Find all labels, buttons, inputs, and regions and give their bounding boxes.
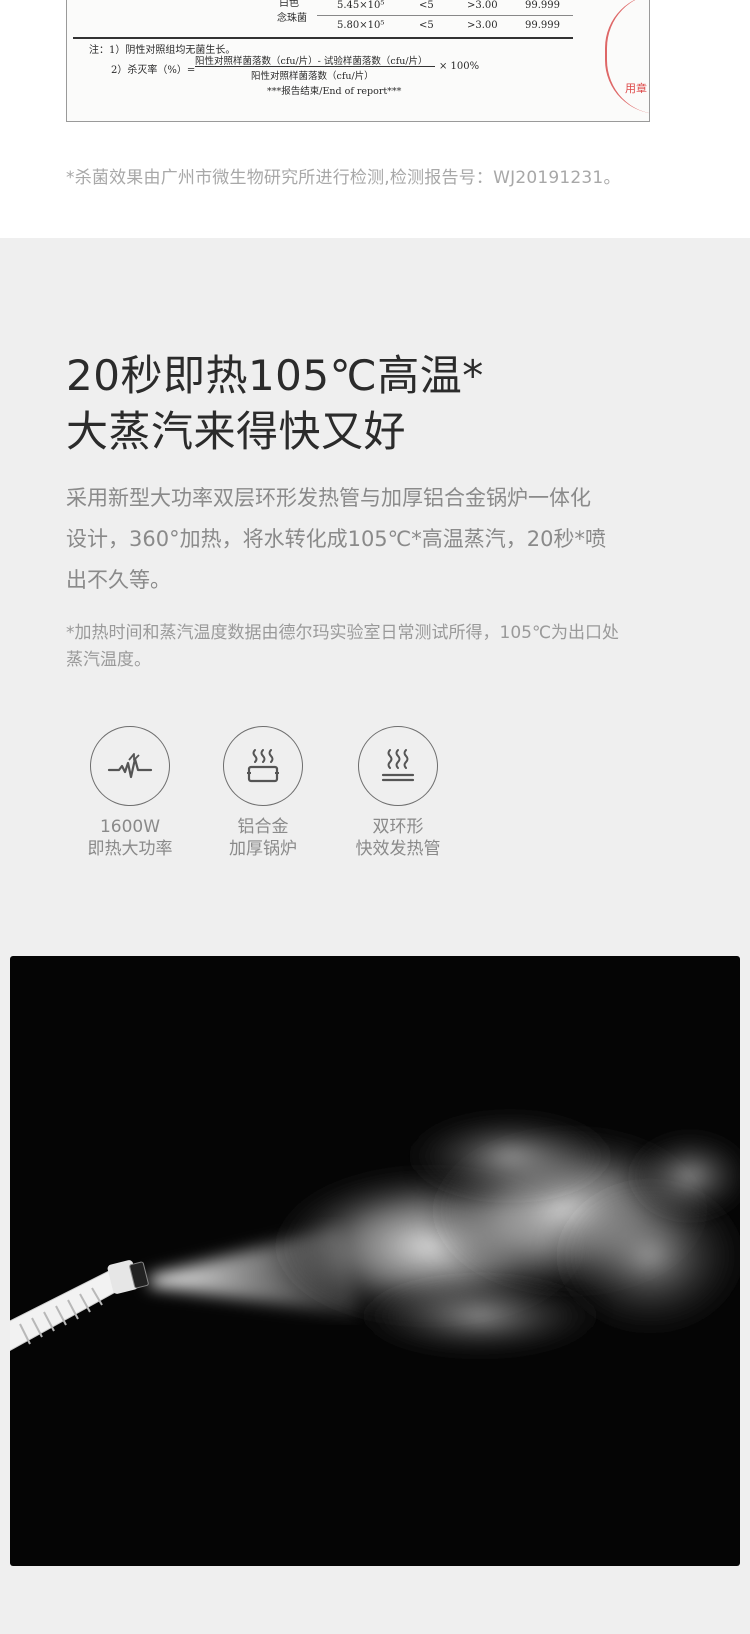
- feature-footnote: *加热时间和蒸汽温度数据由德尔玛实验室日常测试所得，105℃为出口处 蒸汽温度。: [66, 620, 691, 674]
- feature-footnote-line-2: 蒸汽温度。: [66, 650, 151, 670]
- report-organism-label: 念珠菌: [277, 13, 307, 24]
- icon-label-heating-tube: 双环形 快效发热管: [355, 817, 441, 859]
- red-seal-text: 用章: [625, 82, 647, 95]
- boiler-steam-icon: [223, 726, 303, 806]
- report-note-2-prefix: 2）杀灭率（%）=: [111, 65, 196, 76]
- feature-description-line-3: 出不久等。: [66, 568, 171, 592]
- report-cell: >3.00: [467, 0, 498, 11]
- test-report-section: 白色 念珠菌 5.45×10⁵ <5 >3.00 99.999 5.80×10⁵…: [0, 0, 750, 238]
- test-report-image: 白色 念珠菌 5.45×10⁵ <5 >3.00 99.999 5.80×10⁵…: [66, 0, 650, 122]
- heating-tube-icon: [358, 726, 438, 806]
- feature-footnote-line-1: *加热时间和蒸汽温度数据由德尔玛实验室日常测试所得，105℃为出口处: [66, 623, 620, 643]
- test-report-caption: *杀菌效果由广州市微生物研究所进行检测,检测报告号：WJ20191231。: [66, 168, 621, 188]
- icon-label-power: 1600W 即热大功率: [87, 817, 173, 859]
- report-cell: <5: [419, 20, 434, 31]
- report-organism-label: 白色: [279, 0, 299, 9]
- feature-headline: 20秒即热105℃高温* 大蒸汽来得快又好: [66, 348, 484, 460]
- feature-icon-item-heating-tube: 双环形 快效发热管: [338, 726, 458, 860]
- report-cell: 99.999: [525, 20, 560, 31]
- feature-icon-row: 1600W 即热大功率 铝合金 加厚锅炉 双环形 快效发热管: [70, 726, 470, 886]
- feature-description: 采用新型大功率双层环形发热管与加厚铝合金锅炉一体化 设计，360°加热，将水转化…: [66, 478, 691, 601]
- feature-headline-line-1: 20秒即热105℃高温*: [66, 351, 484, 400]
- red-seal-stamp: [605, 0, 649, 114]
- feature-icon-item-boiler: 铝合金 加厚锅炉: [203, 726, 323, 860]
- icon-label-boiler: 铝合金 加厚锅炉: [229, 817, 297, 859]
- report-formula-numerator: 阳性对照样菌落数（cfu/片）- 试验样菌落数（cfu/片）: [195, 56, 428, 67]
- steam-spray-illustration: [10, 1106, 740, 1361]
- steam-wand: [10, 1260, 149, 1352]
- feature-headline-line-2: 大蒸汽来得快又好: [66, 407, 407, 456]
- report-end-marker: ***报告结束/End of report***: [267, 86, 402, 97]
- report-formula-suffix: × 100%: [439, 61, 480, 72]
- report-cell: 5.45×10⁵: [337, 0, 385, 11]
- report-formula-denominator: 阳性对照样菌落数（cfu/片）: [251, 71, 374, 82]
- report-cell: 99.999: [525, 0, 560, 11]
- feature-description-line-2: 设计，360°加热，将水转化成105℃*高温蒸汽，20秒*喷: [66, 527, 606, 551]
- power-pulse-icon: [90, 726, 170, 806]
- report-cell: >3.00: [467, 20, 498, 31]
- report-cell: <5: [419, 0, 434, 11]
- fast-heating-feature-section: 20秒即热105℃高温* 大蒸汽来得快又好 采用新型大功率双层环形发热管与加厚铝…: [0, 238, 750, 1634]
- feature-description-line-1: 采用新型大功率双层环形发热管与加厚铝合金锅炉一体化: [66, 486, 591, 510]
- steam-spray-photo: [10, 956, 740, 1566]
- feature-icon-item-power: 1600W 即热大功率: [70, 726, 190, 860]
- report-cell: 5.80×10⁵: [337, 20, 385, 31]
